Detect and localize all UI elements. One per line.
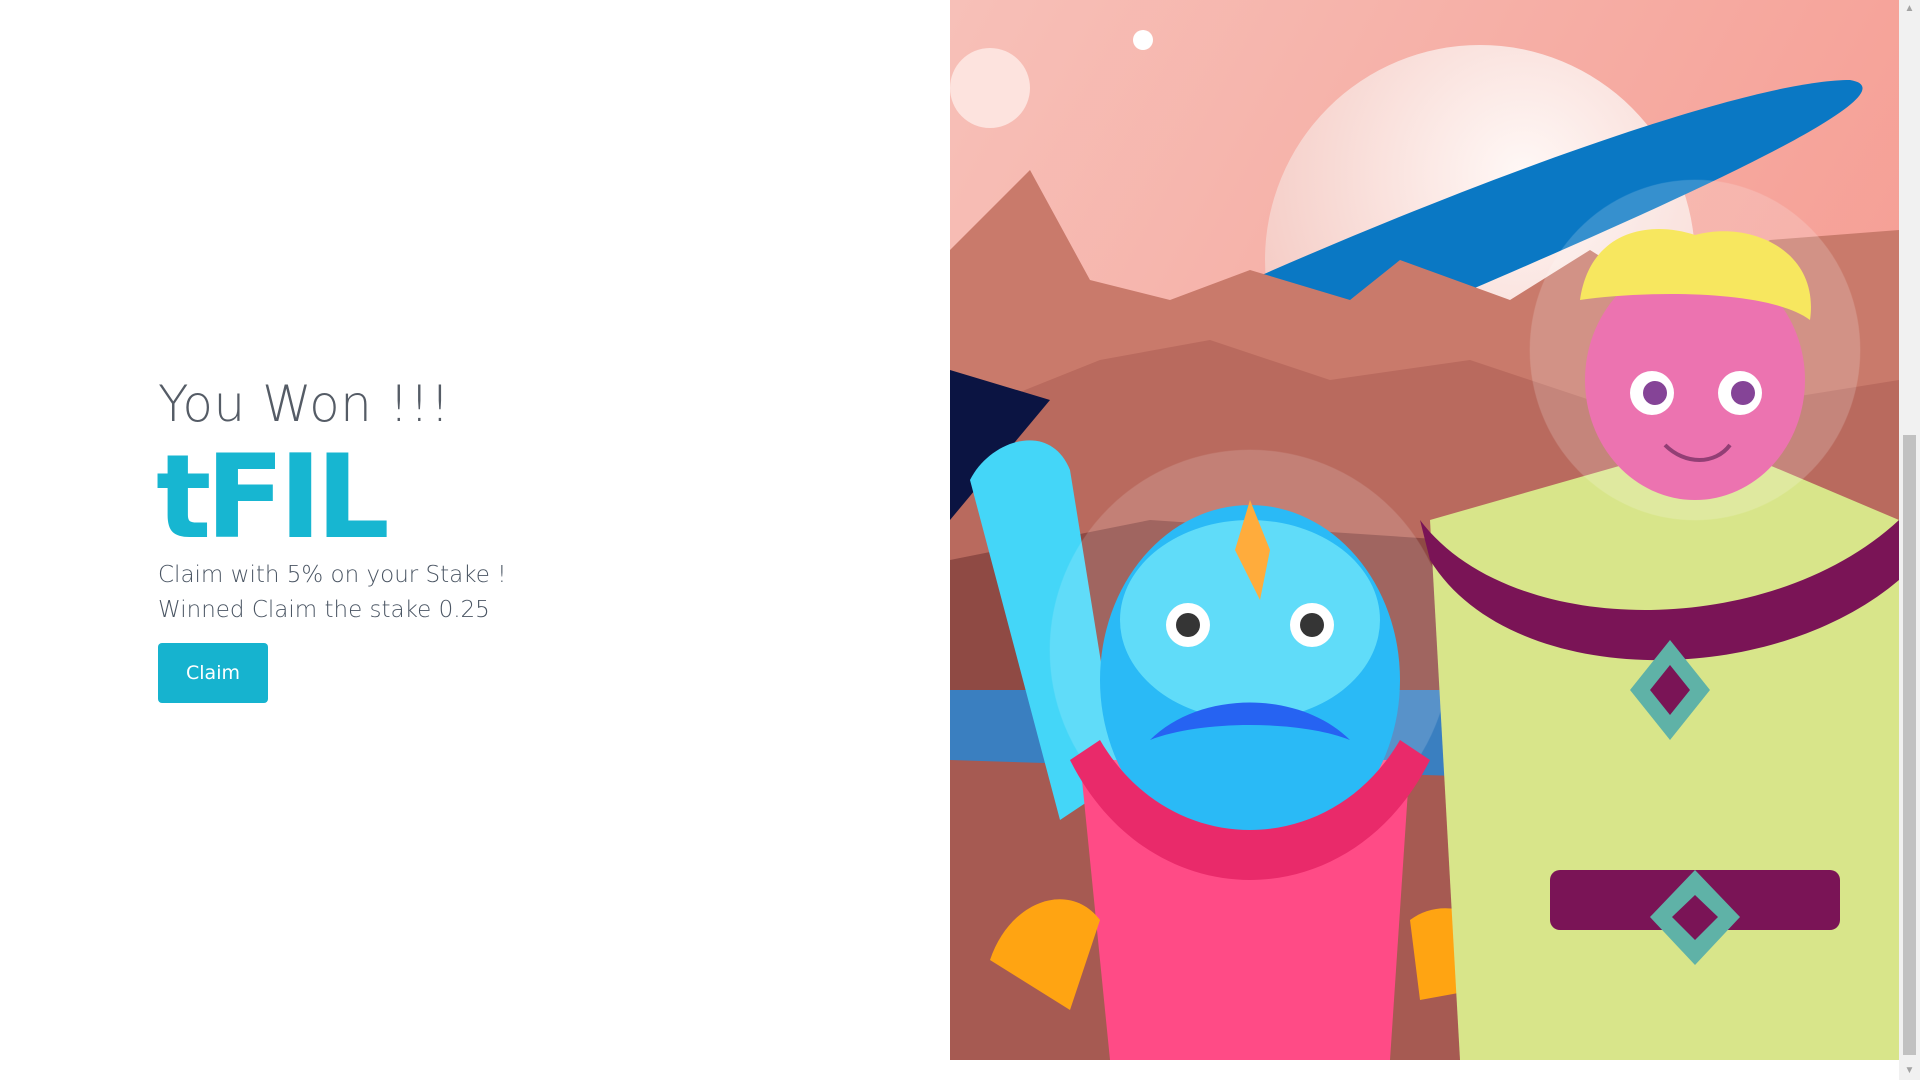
scroll-thumb[interactable]: [1903, 435, 1916, 1055]
page-title: You Won !!!: [158, 375, 451, 433]
stake-description: Winned Claim the stake 0.25: [158, 597, 490, 623]
scroll-up-icon[interactable]: ▲: [1903, 2, 1916, 16]
content-panel: You Won !!! tFIL Claim with 5% on your S…: [0, 0, 950, 1080]
scrollbar[interactable]: ▲ ▼: [1899, 0, 1920, 1080]
claim-button[interactable]: Claim: [158, 643, 268, 703]
scroll-down-icon[interactable]: ▼: [1903, 1064, 1916, 1078]
claim-description: Claim with 5% on your Stake !: [158, 562, 507, 588]
token-name: tFIL: [156, 430, 390, 565]
space-aliens-illustration: [950, 0, 1899, 1060]
